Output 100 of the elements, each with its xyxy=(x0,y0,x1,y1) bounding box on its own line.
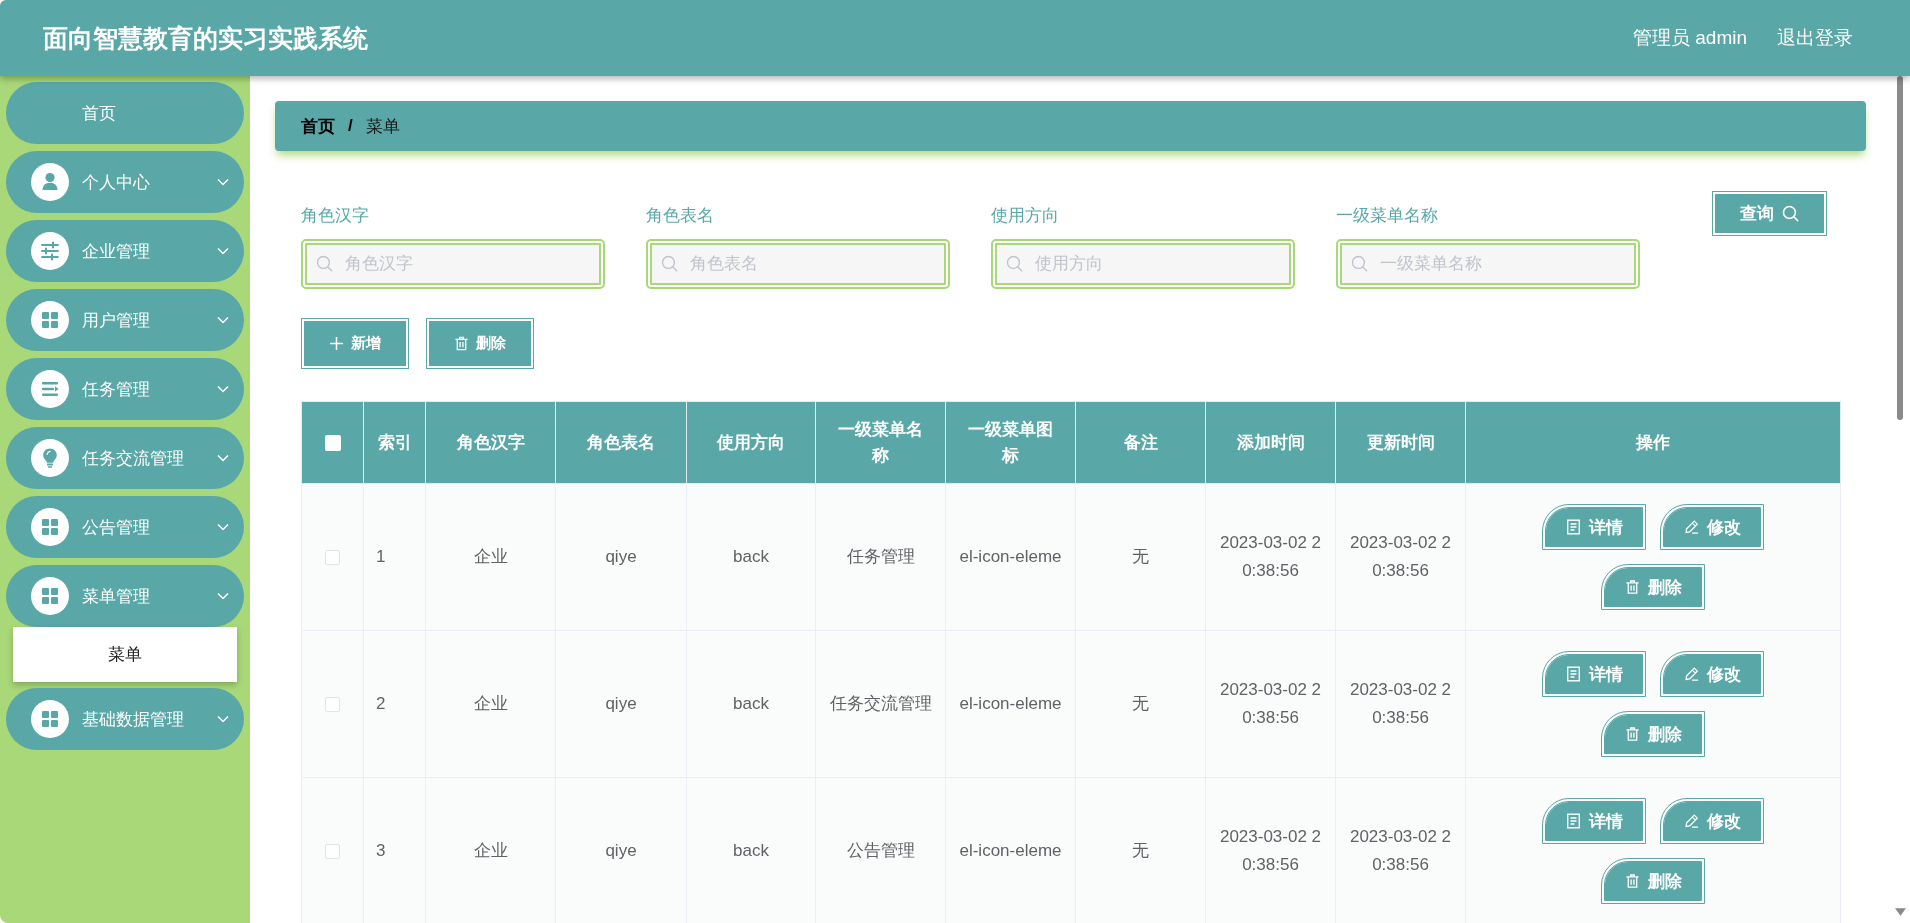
column-header: 一级菜单图标 xyxy=(945,401,1076,484)
document-icon xyxy=(1565,813,1581,829)
search-icon xyxy=(1782,205,1799,222)
table-cell: 无 xyxy=(1075,483,1206,631)
column-header: 角色汉字 xyxy=(425,401,556,484)
column-header: 角色表名 xyxy=(555,401,687,484)
grid-icon xyxy=(31,301,69,339)
row-checkbox[interactable] xyxy=(325,697,340,712)
table-cell: 1 xyxy=(363,483,426,631)
column-header: 操作 xyxy=(1465,401,1841,484)
delete-button[interactable]: 删除 xyxy=(426,318,534,369)
edit-button[interactable]: 修改 xyxy=(1660,504,1764,550)
trash-icon xyxy=(454,336,469,351)
column-header: 添加时间 xyxy=(1205,401,1336,484)
table-cell: 2023-03-02 20:38:56 xyxy=(1205,630,1336,778)
table-cell: 公告管理 xyxy=(815,777,946,923)
table-cell: el-icon-eleme xyxy=(945,483,1076,631)
search-icon xyxy=(1006,255,1023,272)
table-cell: 3 xyxy=(363,777,426,923)
list-icon xyxy=(31,370,69,408)
table-cell: 无 xyxy=(1075,630,1206,778)
detail-button[interactable]: 详情 xyxy=(1542,798,1646,844)
table-cell: 无 xyxy=(1075,777,1206,923)
app-title: 面向智慧教育的实习实践系统 xyxy=(43,22,368,54)
lightbulb-icon xyxy=(31,439,69,477)
grid-icon xyxy=(31,700,69,738)
column-header: 使用方向 xyxy=(686,401,816,484)
delete-button[interactable]: 删除 xyxy=(1601,564,1705,610)
table-cell: 2 xyxy=(363,630,426,778)
document-icon xyxy=(1565,666,1581,682)
table-cell: 任务交流管理 xyxy=(815,630,946,778)
table-cell: el-icon-eleme xyxy=(945,630,1076,778)
detail-button[interactable]: 详情 xyxy=(1542,651,1646,697)
edit-button[interactable]: 修改 xyxy=(1660,651,1764,697)
table-cell: 任务管理 xyxy=(815,483,946,631)
select-all-checkbox[interactable] xyxy=(324,435,341,451)
field-label: 角色汉字 xyxy=(301,205,370,227)
column-header: 索引 xyxy=(363,401,426,484)
pencil-icon xyxy=(1683,666,1699,682)
pencil-icon xyxy=(1683,813,1699,829)
breadcrumb-current: 菜单 xyxy=(365,115,400,138)
table-cell: 2023-03-02 20:38:56 xyxy=(1335,777,1466,923)
column-header: 备注 xyxy=(1075,401,1206,484)
logout-link[interactable]: 退出登录 xyxy=(1777,25,1853,51)
field-label: 角色表名 xyxy=(646,205,715,227)
sliders-icon xyxy=(31,232,69,270)
breadcrumb-separator: / xyxy=(348,116,353,136)
sidebar-menu-item[interactable]: 任务交流管理 xyxy=(6,427,244,489)
table-cell: 企业 xyxy=(425,630,556,778)
search-icon xyxy=(1351,255,1368,272)
sidebar-menu-item[interactable]: 用户管理 xyxy=(6,289,244,351)
sidebar-menu-item[interactable]: 企业管理 xyxy=(6,220,244,282)
table-cell: back xyxy=(686,483,816,631)
table-cell: 2023-03-02 20:38:56 xyxy=(1205,483,1336,631)
grid-icon xyxy=(31,508,69,546)
breadcrumb-link[interactable]: 首页 xyxy=(301,114,335,138)
row-checkbox[interactable] xyxy=(325,844,340,859)
table-cell: qiye xyxy=(555,777,687,923)
delete-button[interactable]: 删除 xyxy=(1601,858,1705,904)
chevron-down-icon xyxy=(217,454,229,462)
row-checkbox[interactable] xyxy=(325,550,340,565)
sidebar-menu-item[interactable]: 首页 xyxy=(6,82,244,144)
table-cell: back xyxy=(686,777,816,923)
person-icon xyxy=(31,163,69,201)
column-header: 一级菜单名称 xyxy=(815,401,946,484)
scroll-down-arrow-icon[interactable] xyxy=(1894,908,1906,916)
chevron-down-icon xyxy=(217,316,229,324)
table-cell: 企业 xyxy=(425,777,556,923)
plus-icon xyxy=(329,336,344,351)
user-label: 管理员 admin xyxy=(1632,26,1747,50)
table-cell: 2023-03-02 20:38:56 xyxy=(1205,777,1336,923)
chevron-down-icon xyxy=(217,523,229,531)
search-icon xyxy=(661,255,678,272)
chevron-down-icon xyxy=(217,592,229,600)
query-button[interactable]: 查询 xyxy=(1712,191,1827,236)
table-cell: 2023-03-02 20:38:56 xyxy=(1335,630,1466,778)
pencil-icon xyxy=(1683,519,1699,535)
chevron-down-icon xyxy=(217,715,229,723)
chevron-down-icon xyxy=(217,385,229,393)
sidebar-menu-item[interactable]: 菜单管理 xyxy=(6,565,244,627)
detail-button[interactable]: 详情 xyxy=(1542,504,1646,550)
table-cell: 企业 xyxy=(425,483,556,631)
edit-button[interactable]: 修改 xyxy=(1660,798,1764,844)
trash-icon xyxy=(1624,873,1640,889)
search-icon xyxy=(316,255,333,272)
table-cell: qiye xyxy=(555,630,687,778)
sidebar-menu-item[interactable]: 公告管理 xyxy=(6,496,244,558)
chevron-down-icon xyxy=(217,247,229,255)
sidebar-menu-item[interactable]: 基础数据管理 xyxy=(6,688,244,750)
add-button[interactable]: 新增 xyxy=(301,318,409,369)
chevron-down-icon xyxy=(217,178,229,186)
document-icon xyxy=(1565,519,1581,535)
delete-button[interactable]: 删除 xyxy=(1601,711,1705,757)
table-cell: 2023-03-02 20:38:56 xyxy=(1335,483,1466,631)
trash-icon xyxy=(1624,579,1640,595)
sidebar-menu-item[interactable]: 任务管理 xyxy=(6,358,244,420)
sidebar-menu-item[interactable]: 个人中心 xyxy=(6,151,244,213)
field-label: 使用方向 xyxy=(991,205,1060,227)
submenu-item[interactable]: 菜单 xyxy=(13,627,237,682)
scrollbar-thumb[interactable] xyxy=(1897,76,1903,420)
